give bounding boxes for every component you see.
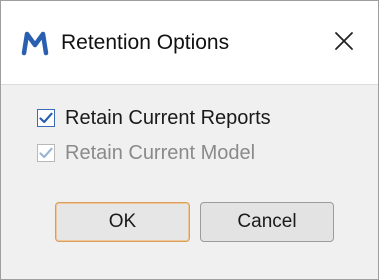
- checkmark-icon: [39, 112, 53, 124]
- close-icon: [334, 31, 354, 56]
- retain-reports-checkbox-row[interactable]: Retain Current Reports: [37, 106, 271, 130]
- m-logo-icon: [21, 29, 49, 57]
- retain-model-checkbox-row: Retain Current Model: [37, 141, 255, 165]
- retain-model-label: Retain Current Model: [65, 142, 256, 164]
- cancel-button[interactable]: Cancel: [200, 202, 334, 242]
- dialog-title: Retention Options: [61, 31, 230, 54]
- ok-button[interactable]: OK: [55, 202, 190, 242]
- retention-options-dialog: Retention Options Retain Current Reports: [0, 0, 379, 280]
- retain-reports-label: Retain Current Reports: [65, 107, 271, 129]
- title-bar[interactable]: Retention Options: [1, 1, 378, 85]
- retain-model-checkbox: [37, 144, 55, 162]
- dialog-content: Retain Current Reports Retain Current Mo…: [1, 86, 378, 279]
- close-button[interactable]: [326, 25, 362, 61]
- checkmark-icon: [39, 147, 53, 159]
- retain-reports-checkbox[interactable]: [37, 109, 55, 127]
